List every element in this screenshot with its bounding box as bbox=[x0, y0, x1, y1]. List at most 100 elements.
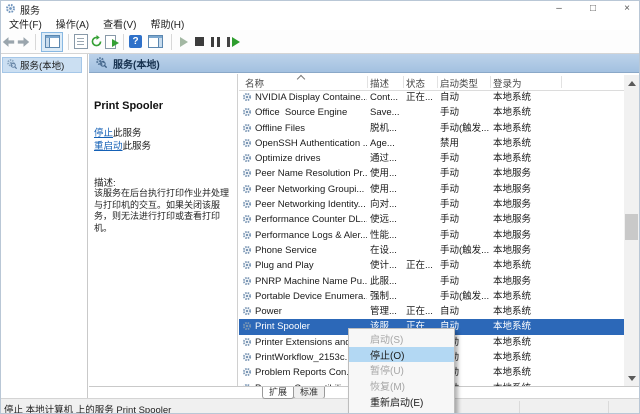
service-logon-as: 本地服务 bbox=[493, 183, 532, 195]
maximize-button[interactable]: □ bbox=[587, 2, 599, 16]
service-name: NVIDIA Display Containe... bbox=[255, 92, 367, 103]
restart-service-icon[interactable] bbox=[227, 33, 240, 51]
context-menu-item[interactable]: 启动(S) bbox=[349, 331, 454, 347]
service-row[interactable]: Performance Logs & Aler... 性能... 手动 本地服务 bbox=[239, 228, 624, 243]
services-gear-icon bbox=[6, 58, 18, 72]
tree-item-services-local[interactable]: 服务(本地) bbox=[2, 57, 82, 73]
scrollbar-thumb[interactable] bbox=[625, 214, 638, 240]
service-startup-type: 手动(触发... bbox=[440, 244, 490, 256]
vertical-scrollbar[interactable] bbox=[624, 75, 639, 386]
show-console-tree-icon[interactable] bbox=[41, 31, 63, 52]
service-description: 此服... bbox=[370, 275, 397, 287]
service-logon-as: 本地系统 bbox=[493, 306, 532, 318]
service-gear-icon bbox=[242, 245, 252, 255]
service-logon-as: 本地系统 bbox=[493, 137, 532, 149]
refresh-icon[interactable] bbox=[90, 33, 103, 51]
back-icon[interactable] bbox=[2, 33, 15, 51]
stop-service-icon[interactable] bbox=[195, 33, 204, 51]
service-logon-as: 本地系统 bbox=[493, 107, 532, 119]
titlebar: 服务 – □ × bbox=[1, 1, 639, 17]
properties-icon[interactable] bbox=[74, 33, 88, 51]
service-logon-as: 本地服务 bbox=[493, 229, 532, 241]
services-window: 服务 – □ × 文件(F) 操作(A) 查看(V) 帮助(H) ? 服务(本地… bbox=[0, 0, 640, 414]
pause-service-icon[interactable] bbox=[211, 33, 220, 51]
service-row[interactable]: Peer Networking Groupi... 使用... 手动 本地服务 bbox=[239, 182, 624, 197]
restart-service-link[interactable]: 重启动 bbox=[94, 141, 123, 152]
service-logon-as: 本地系统 bbox=[493, 352, 532, 364]
menubar-item[interactable]: 查看(V) bbox=[96, 16, 143, 31]
service-row[interactable]: PNRP Machine Name Pu... 此服... 手动 本地服务 bbox=[239, 274, 624, 289]
export-list-icon[interactable] bbox=[105, 35, 119, 49]
service-row[interactable]: NVIDIA Display Containe... Cont... 正在...… bbox=[239, 90, 624, 105]
service-gear-icon bbox=[242, 337, 252, 347]
help-icon[interactable]: ? bbox=[129, 33, 142, 51]
view-tab[interactable]: 扩展 bbox=[262, 387, 295, 399]
toolbar: ? bbox=[1, 30, 639, 54]
context-menu-item[interactable]: 暂停(U) bbox=[349, 362, 454, 378]
service-startup-type: 手动 bbox=[440, 183, 460, 195]
service-row[interactable]: Offline Files 脱机... 手动(触发... 本地系统 bbox=[239, 121, 624, 136]
service-logon-as: 本地系统 bbox=[493, 122, 532, 134]
service-description: 通过... bbox=[370, 153, 397, 165]
context-menu-item[interactable]: 恢复(M) bbox=[349, 378, 454, 394]
statusbar: 停止 本地计算机 上的服务 Print Spooler bbox=[1, 398, 639, 414]
service-description: 使计... bbox=[370, 260, 397, 272]
service-gear-icon bbox=[242, 107, 252, 117]
service-description: 在设... bbox=[370, 244, 397, 256]
service-status: 正在... bbox=[406, 306, 433, 318]
service-startup-type: 手动 bbox=[440, 107, 460, 119]
service-row[interactable]: Peer Networking Identity... 向对... 手动 本地服… bbox=[239, 197, 624, 212]
service-gear-icon bbox=[242, 291, 252, 301]
service-row[interactable]: Power 管理... 正在... 自动 本地系统 bbox=[239, 304, 624, 319]
service-row[interactable]: Portable Device Enumera... 强制... 手动(触发..… bbox=[239, 289, 624, 304]
services-app-icon bbox=[5, 3, 16, 14]
close-button[interactable]: × bbox=[621, 2, 633, 16]
sort-ascending-icon bbox=[296, 74, 306, 84]
menubar-item[interactable]: 文件(F) bbox=[1, 16, 49, 31]
service-row[interactable]: Performance Counter DL... 使远... 手动 本地服务 bbox=[239, 212, 624, 227]
service-name: Optimize drives bbox=[255, 153, 321, 165]
service-logon-as: 本地服务 bbox=[493, 214, 532, 226]
context-menu-item[interactable]: 停止(O) bbox=[349, 346, 454, 363]
service-description: 强制... bbox=[370, 290, 397, 302]
service-row[interactable]: Optimize drives 通过... 手动 本地系统 bbox=[239, 151, 624, 166]
service-row[interactable]: OpenSSH Authentication ... Age... 禁用 本地系… bbox=[239, 136, 624, 151]
service-description: 脱机... bbox=[370, 122, 397, 134]
service-row[interactable]: Peer Name Resolution Pr... 使用... 手动 本地服务 bbox=[239, 166, 624, 181]
service-name: Peer Networking Identity... bbox=[255, 199, 366, 211]
service-description: 使远... bbox=[370, 214, 397, 226]
service-row[interactable]: Phone Service 在设... 手动(触发... 本地服务 bbox=[239, 243, 624, 258]
column-header-status[interactable]: 状态 bbox=[406, 76, 425, 90]
column-header-startup-type[interactable]: 启动类型 bbox=[440, 76, 478, 90]
service-startup-type: 禁用 bbox=[440, 137, 460, 149]
menubar-item[interactable]: 操作(A) bbox=[49, 16, 96, 31]
minimize-button[interactable]: – bbox=[553, 2, 565, 16]
service-row[interactable]: Plug and Play 使计... 正在... 手动 本地系统 bbox=[239, 258, 624, 273]
main-area: 服务(本地) 服务(本地) Print Spooler 停止此服务 重启动此服务 bbox=[1, 54, 639, 399]
column-header-description[interactable]: 描述 bbox=[370, 76, 389, 90]
show-action-pane-icon[interactable] bbox=[144, 32, 166, 52]
scroll-up-icon[interactable] bbox=[624, 75, 639, 91]
service-startup-type: 手动 bbox=[440, 229, 460, 241]
service-startup-type: 自动 bbox=[440, 306, 460, 318]
service-gear-icon bbox=[242, 352, 252, 362]
forward-icon[interactable] bbox=[17, 33, 30, 51]
tree-item-label: 服务(本地) bbox=[20, 61, 65, 72]
service-description: 管理... bbox=[370, 306, 397, 318]
start-service-icon[interactable] bbox=[180, 33, 188, 51]
service-row[interactable]: Office Source Engine Save... 手动 本地系统 bbox=[239, 105, 624, 120]
service-name: Plug and Play bbox=[255, 260, 314, 272]
service-logon-as: 本地系统 bbox=[493, 153, 532, 165]
service-name: Peer Name Resolution Pr... bbox=[255, 168, 367, 180]
service-gear-icon bbox=[242, 276, 252, 286]
service-name: Performance Counter DL... bbox=[255, 214, 367, 226]
statusbar-text: 停止 本地计算机 上的服务 Print Spooler bbox=[4, 405, 172, 414]
service-gear-icon bbox=[242, 306, 252, 316]
menubar-item[interactable]: 帮助(H) bbox=[143, 16, 191, 31]
service-description: 向对... bbox=[370, 199, 397, 211]
column-header-name[interactable]: 名称 bbox=[245, 76, 264, 90]
service-gear-icon bbox=[242, 260, 252, 270]
scroll-down-icon[interactable] bbox=[624, 370, 639, 386]
context-menu-item[interactable]: 重新启动(E) bbox=[349, 393, 454, 409]
column-header-logon-as[interactable]: 登录为 bbox=[493, 76, 522, 90]
